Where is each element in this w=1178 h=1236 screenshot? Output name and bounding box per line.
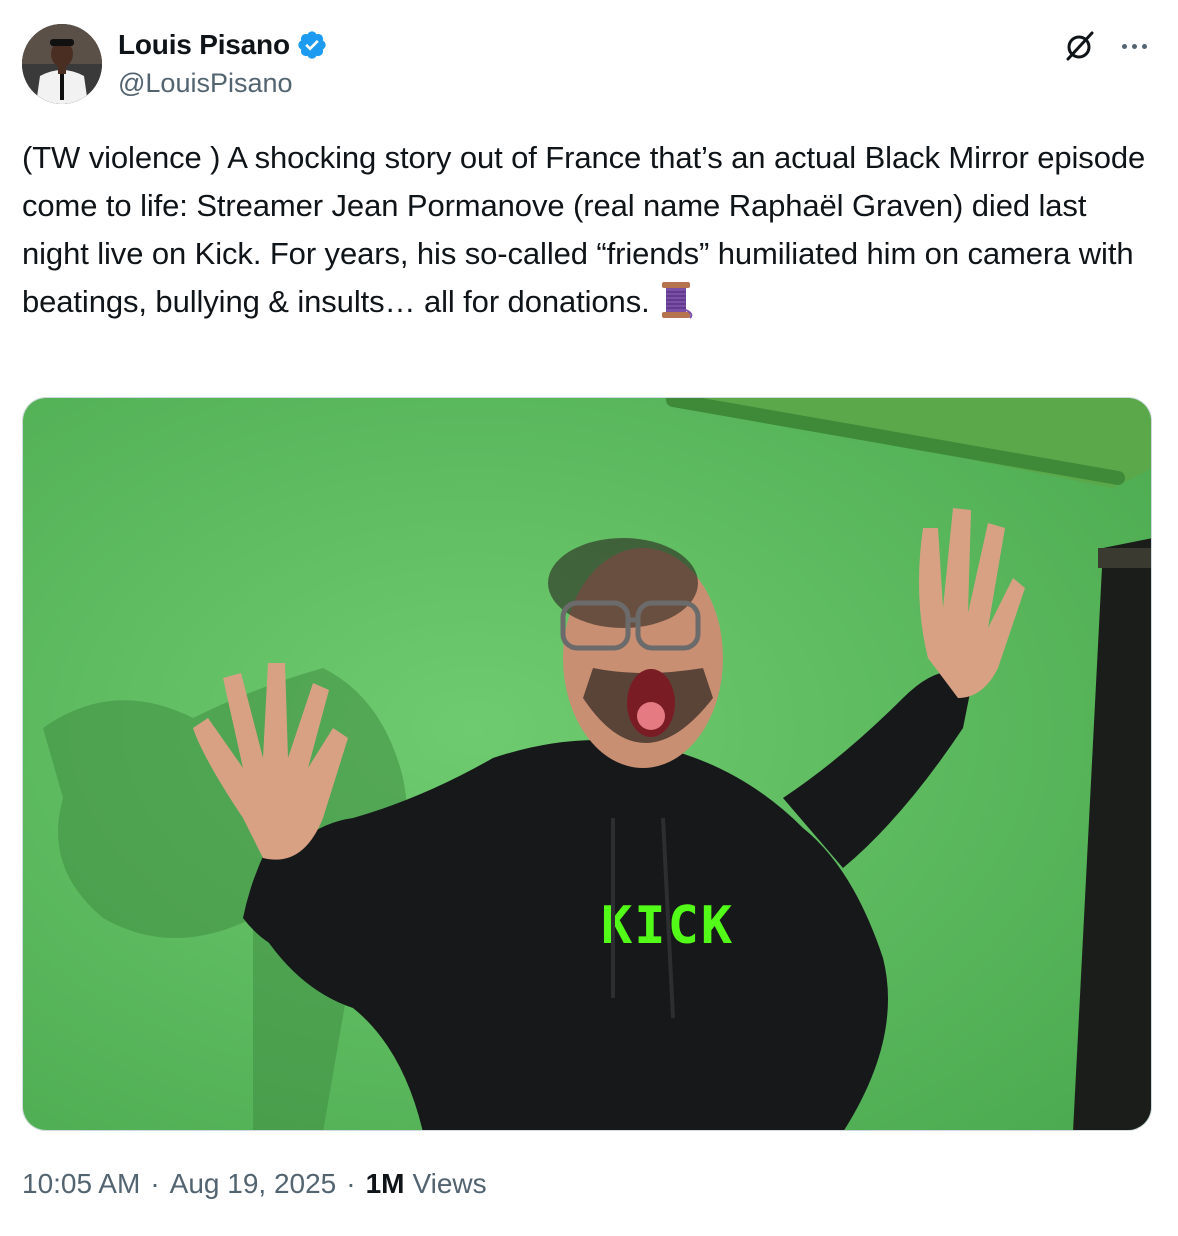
tweet-media-image[interactable]: KICK [22, 397, 1152, 1131]
tweet-time[interactable]: 10:05 AM [22, 1168, 140, 1200]
tweet-text: (TW violence ) A shocking story out of F… [22, 134, 1152, 326]
author-name-row: Louis Pisano [118, 28, 328, 62]
author-display-name[interactable]: Louis Pisano [118, 29, 290, 61]
avatar[interactable] [22, 24, 102, 104]
more-options-icon[interactable] [1114, 28, 1154, 64]
avatar-image [22, 24, 102, 104]
tweet-body: (TW violence ) A shocking story out of F… [22, 140, 1146, 319]
views-label[interactable]: Views [412, 1168, 486, 1200]
author-handle[interactable]: @LouisPisano [118, 68, 293, 99]
tweet-meta: 10:05 AM · Aug 19, 2025 · 1M Views [22, 1168, 487, 1200]
tweet-date[interactable]: Aug 19, 2025 [170, 1168, 337, 1200]
thread-spool-emoji-icon [656, 280, 696, 320]
grok-icon[interactable] [1062, 28, 1098, 64]
meta-separator: · [346, 1168, 356, 1199]
views-count[interactable]: 1M [366, 1168, 405, 1200]
verified-badge-icon[interactable] [296, 29, 328, 61]
tweet-card: Louis Pisano @LouisPisano (TW violence )… [0, 0, 1178, 1236]
meta-separator: · [150, 1168, 160, 1199]
